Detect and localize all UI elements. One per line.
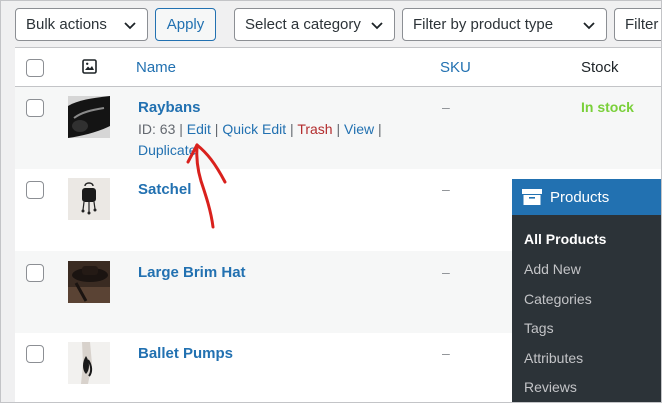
menu-item-add-new[interactable]: Add New [524, 261, 581, 277]
sku-value: – [442, 99, 450, 115]
ballet-pumps-image [68, 342, 110, 384]
quick-edit-link[interactable]: Quick Edit [222, 121, 286, 137]
bulk-actions-label: Bulk actions [26, 16, 107, 33]
product-name-link[interactable]: Ballet Pumps [138, 345, 233, 362]
table-header: Name SKU Stock [15, 47, 661, 87]
row-action-separator: | [290, 121, 294, 137]
chevron-down-icon [583, 22, 595, 30]
view-link[interactable]: View [344, 121, 374, 137]
row-action-separator: | [378, 121, 382, 137]
stock-status: In stock [581, 99, 634, 115]
product-name-link[interactable]: Satchel [138, 181, 191, 198]
menu-item-reviews[interactable]: Reviews [524, 379, 577, 395]
menu-item-attributes[interactable]: Attributes [524, 350, 583, 366]
admin-menu-products: Products All Products Add New Categories… [512, 179, 661, 402]
product-type-select[interactable]: Filter by product type [402, 8, 607, 41]
row-checkbox[interactable] [26, 181, 44, 199]
chevron-down-icon [371, 22, 383, 30]
column-stock-header: Stock [581, 59, 619, 76]
product-thumbnail[interactable] [68, 96, 110, 138]
row-action-separator: | [214, 121, 219, 137]
bulk-actions-select[interactable]: Bulk actions [15, 8, 148, 41]
menu-products-title: Products [550, 188, 610, 206]
edit-link[interactable]: Edit [187, 121, 211, 137]
trash-link[interactable]: Trash [297, 121, 332, 137]
menu-item-all-products[interactable]: All Products [524, 231, 606, 247]
row-checkbox[interactable] [26, 99, 44, 117]
chevron-down-icon [124, 22, 136, 30]
row-actions: ID: 63 | Edit | Quick Edit | Trash | Vie… [138, 119, 398, 161]
product-name-link[interactable]: Raybans [138, 99, 201, 116]
image-column-icon [82, 59, 97, 74]
large-brim-hat-image [68, 261, 110, 303]
row-action-separator: | [336, 121, 341, 137]
table-row: Raybans ID: 63 | Edit | Quick Edit | Tra… [15, 87, 661, 169]
row-checkbox[interactable] [26, 264, 44, 282]
products-archive-icon [522, 189, 542, 205]
menu-item-tags[interactable]: Tags [524, 320, 554, 336]
apply-button[interactable]: Apply [155, 8, 216, 41]
category-label: Select a category [245, 16, 361, 33]
sku-value: – [442, 181, 450, 197]
sku-value: – [442, 345, 450, 361]
satchel-image [68, 178, 110, 220]
product-thumbnail[interactable] [68, 261, 110, 303]
product-thumbnail[interactable] [68, 178, 110, 220]
screenshot-frame: Bulk actions Apply Select a category Fil… [0, 0, 662, 403]
sku-value: – [442, 264, 450, 280]
duplicate-link[interactable]: Duplicate [138, 142, 196, 158]
product-thumbnail[interactable] [68, 342, 110, 384]
product-id: ID: 63 [138, 121, 176, 137]
stock-status-select[interactable]: Filter [614, 8, 661, 41]
category-select[interactable]: Select a category [234, 8, 395, 41]
select-all-checkbox[interactable] [26, 59, 44, 77]
product-name-link[interactable]: Large Brim Hat [138, 264, 246, 281]
column-sku-header[interactable]: SKU [440, 59, 471, 76]
row-action-separator: | [179, 121, 183, 137]
menu-products-header[interactable]: Products [512, 179, 661, 215]
row-checkbox[interactable] [26, 345, 44, 363]
product-type-label: Filter by product type [413, 16, 554, 33]
stock-status-label: Filter [625, 16, 659, 33]
menu-item-categories[interactable]: Categories [524, 291, 592, 307]
raybans-image [68, 96, 110, 138]
column-name-header[interactable]: Name [136, 59, 176, 76]
